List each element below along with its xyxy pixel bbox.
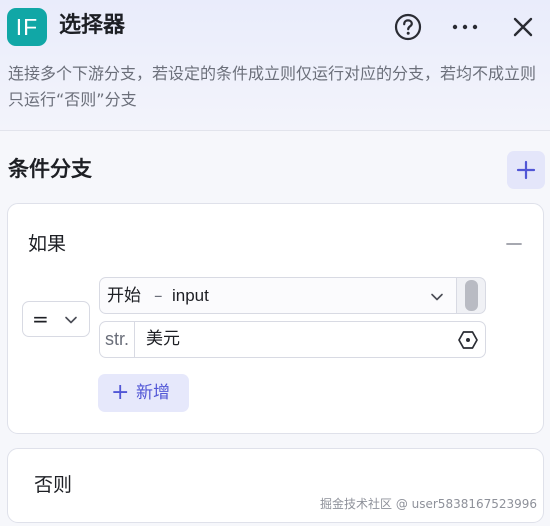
plus-icon xyxy=(516,160,536,180)
value-text: 美元 xyxy=(146,329,180,349)
chevron-down-icon xyxy=(63,312,79,328)
close-icon[interactable] xyxy=(508,12,538,42)
if-branch-card: 如果 = 开始 – input str. 美元 + 新增 xyxy=(7,203,544,434)
if-node-badge: IF xyxy=(7,8,47,46)
variable-separator: – xyxy=(154,286,163,306)
more-horizontal-icon[interactable] xyxy=(450,12,480,42)
help-circle-icon[interactable] xyxy=(393,12,423,42)
add-condition-label: 新增 xyxy=(136,383,170,403)
add-branch-button[interactable] xyxy=(507,151,545,189)
if-branch-label: 如果 xyxy=(28,233,67,255)
value-input[interactable]: str. 美元 xyxy=(99,321,486,358)
variable-select[interactable]: 开始 – input xyxy=(99,277,457,314)
value-type-tag: str. xyxy=(100,322,135,357)
node-description: 连接多个下游分支，若设定的条件成立则仅运行对应的分支，若均不成立则只运行“否则”… xyxy=(8,64,537,109)
operator-value: = xyxy=(32,307,49,331)
add-condition-button[interactable]: + 新增 xyxy=(98,374,189,412)
node-title[interactable]: 选择器 xyxy=(59,9,125,43)
variable-hex-icon[interactable] xyxy=(457,329,479,351)
scrollbar-thumb[interactable] xyxy=(465,280,478,311)
minus-icon[interactable] xyxy=(502,232,526,256)
variable-name: input xyxy=(172,286,209,305)
else-branch-label: 否则 xyxy=(34,474,73,496)
operator-select[interactable]: = xyxy=(22,301,90,337)
chevron-down-icon xyxy=(429,289,445,305)
variable-source: 开始 xyxy=(107,286,141,306)
node-header: IF 选择器 连接多个下游分支，若设定的条件成立则仅运行对应的分支，若均不成立则… xyxy=(0,0,550,131)
watermark: 掘金技术社区 @ user5838167523996 xyxy=(320,497,538,511)
section-title: 条件分支 xyxy=(8,157,92,181)
plus-icon: + xyxy=(111,380,130,405)
